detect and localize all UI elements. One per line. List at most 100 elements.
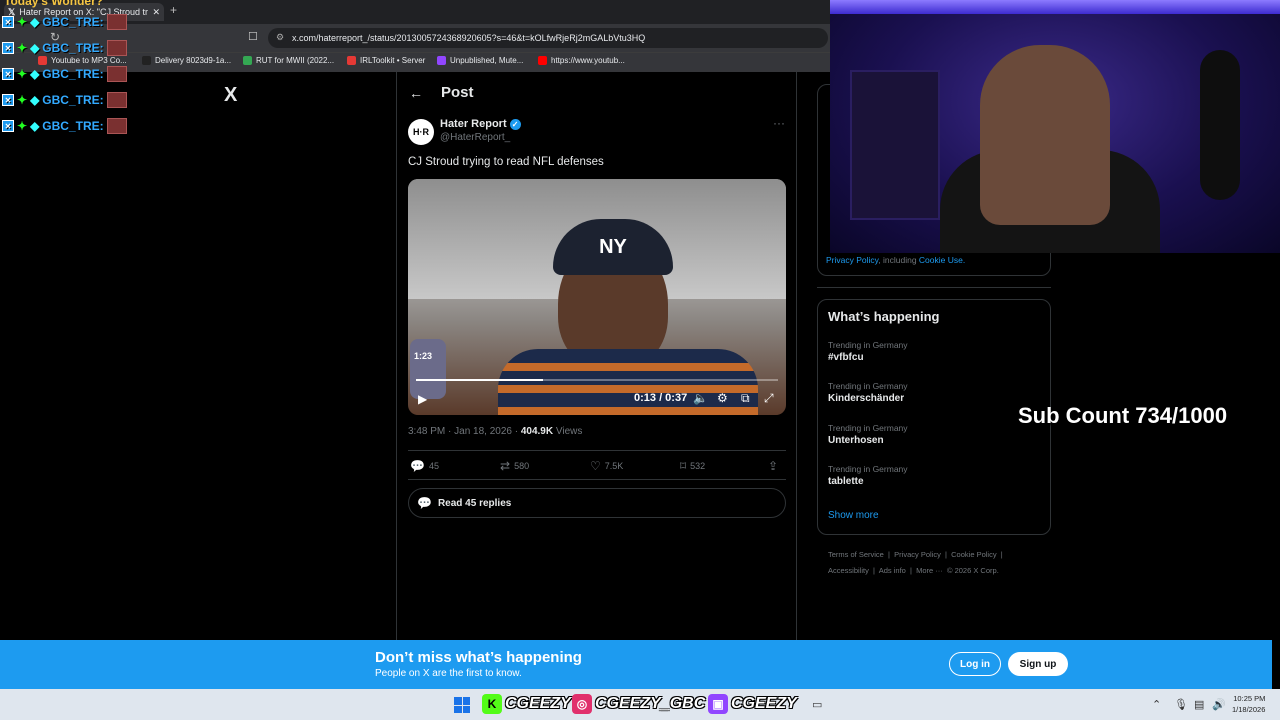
system-clock[interactable]: 10:25 PM 1/18/2026	[1232, 693, 1265, 715]
bookmark-item[interactable]: Youtube to MP3 Co...	[38, 56, 127, 65]
trend-name: Kinderschänder	[828, 393, 905, 404]
gem-icon: ◆	[30, 41, 40, 55]
bookmark-item[interactable]: https://www.youtub...	[538, 56, 625, 65]
bookmark-label: IRLToolkit • Server	[360, 56, 426, 65]
speaker-icon[interactable]: 🔊	[1212, 698, 1226, 711]
chat-username: GBC_TRE:	[42, 67, 104, 81]
more-options-icon[interactable]: ···	[773, 116, 785, 130]
bookmark-item[interactable]: Delivery 8023d9-1a...	[142, 56, 231, 65]
privacy-link[interactable]: Privacy Policy	[894, 550, 941, 559]
bookmark-item[interactable]: IRLToolkit • Server	[347, 56, 425, 65]
instagram-icon: ◎	[572, 694, 592, 714]
shelf	[850, 70, 940, 220]
chat-emote-icon	[106, 40, 127, 56]
login-button[interactable]: Log in	[949, 652, 1001, 676]
signup-button[interactable]: Sign up	[1008, 652, 1068, 676]
policy-text: Privacy Policy, including Cookie Use.	[826, 255, 965, 265]
bookmark-label: RUT for MWII (2022...	[256, 56, 335, 65]
close-tab-icon[interactable]: ✕	[152, 7, 160, 18]
copyright: © 2026 X Corp.	[946, 566, 999, 575]
show-more-link[interactable]: Show more	[828, 510, 879, 521]
cookie-use-link[interactable]: Cookie Use.	[919, 255, 965, 265]
microphone-icon[interactable]: 🎙	[1174, 698, 1188, 711]
settings-icon[interactable]: ⚙	[717, 391, 728, 405]
bookmark-item[interactable]: Unpublished, Mute...	[437, 56, 523, 65]
bookmark-star-icon[interactable]: ☐	[248, 30, 258, 43]
accessibility-link[interactable]: Accessibility	[828, 566, 869, 575]
video-progress-fill	[416, 379, 543, 381]
play-icon[interactable]: ▶	[418, 392, 427, 406]
chat-emote-icon	[106, 14, 127, 30]
network-icon[interactable]: ▤	[1194, 698, 1204, 711]
share-button[interactable]: ⇪	[768, 459, 778, 473]
video-player[interactable]: NY 1:23 ▶ 0:13 / 0:37 🔈 ⚙ ⧉ ⤢	[408, 179, 786, 415]
banner-title: Don’t miss what’s happening	[375, 649, 582, 666]
chat-badge-icon: ✕	[2, 68, 14, 80]
bookmark-item[interactable]: RUT for MWII (2022...	[243, 56, 334, 65]
avatar[interactable]: H·R	[408, 119, 434, 145]
reply-button[interactable]: 💬 45	[410, 459, 439, 473]
like-button[interactable]: ♡ 7.5K	[590, 459, 623, 473]
reply-icon: 💬	[410, 459, 425, 473]
x-logo-icon[interactable]: X	[224, 84, 237, 107]
gem-icon: ◆	[30, 93, 40, 107]
twitch-username: CGEEZY	[731, 695, 797, 712]
chat-username: GBC_TRE:	[42, 93, 104, 107]
video-time: 0:13 / 0:37	[634, 392, 688, 404]
repost-button[interactable]: ⇄ 580	[500, 459, 529, 473]
post-column: ← Post H·R Hater Report ✓ @HaterReport_ …	[396, 72, 797, 640]
banner-subtitle: People on X are the first to know.	[375, 668, 522, 679]
led-strip	[830, 0, 1280, 14]
chat-badge-icon: ✕	[2, 94, 14, 106]
microphone	[1200, 50, 1240, 200]
windows-start-icon[interactable]	[454, 697, 470, 713]
bookmark-label: https://www.youtub...	[551, 56, 625, 65]
back-arrow-icon[interactable]: ←	[409, 85, 423, 101]
trends-title: What’s happening	[828, 309, 940, 324]
video-progress-bar[interactable]	[416, 379, 778, 381]
trend-item[interactable]: Trending in Germany Kinderschänder	[828, 381, 908, 404]
bookmark-label: Unpublished, Mute...	[450, 56, 524, 65]
read-replies-button[interactable]: 💬 Read 45 replies	[408, 488, 786, 518]
url-field[interactable]: ⚙ x.com/haterreport_/status/201300572436…	[268, 28, 828, 48]
trend-name: Unterhosen	[828, 435, 884, 446]
terms-link[interactable]: Terms of Service	[828, 550, 884, 559]
author-name[interactable]: Hater Report ✓	[440, 118, 521, 130]
trend-item[interactable]: Trending in Germany Unterhosen	[828, 423, 908, 446]
post-header: ← Post	[409, 84, 474, 101]
post-timestamp[interactable]: 3:48 PM · Jan 18, 2026 ·	[408, 426, 521, 437]
chat-badge-icon: ✕	[2, 42, 14, 54]
tray-chevron-icon[interactable]: ⌃	[1152, 698, 1161, 711]
streamer	[980, 45, 1110, 225]
pip-icon[interactable]: ⧉	[741, 391, 750, 406]
ads-info-link[interactable]: Ads info	[879, 566, 906, 575]
new-tab-icon[interactable]: +	[170, 3, 184, 21]
bookmark-button[interactable]: ⌑ 532	[680, 459, 705, 473]
fullscreen-icon[interactable]: ⤢	[764, 391, 774, 406]
tweet-text: CJ Stroud trying to read NFL defenses	[408, 156, 604, 168]
volume-icon[interactable]: 🔈	[693, 391, 708, 405]
trend-context: Trending in Germany	[828, 340, 908, 350]
trend-context: Trending in Germany	[828, 381, 908, 391]
trend-name: #vfbfcu	[828, 352, 864, 363]
trend-item[interactable]: Trending in Germany #vfbfcu	[828, 340, 908, 363]
trend-context: Trending in Germany	[828, 464, 908, 474]
chat-badge-icon: ✕	[2, 16, 14, 28]
author-handle[interactable]: @HaterReport_	[440, 132, 510, 143]
bookmark-favicon-icon	[38, 56, 47, 65]
chat-emote-icon	[106, 118, 127, 134]
views-count: 404.9K	[520, 426, 554, 437]
more-link[interactable]: More ···	[916, 566, 943, 575]
privacy-policy-link[interactable]: Privacy Policy	[826, 255, 878, 265]
bookmark-favicon-icon	[347, 56, 356, 65]
trend-item[interactable]: Trending in Germany tablette	[828, 464, 908, 487]
gem-icon: ◆	[30, 67, 40, 81]
cookie-link[interactable]: Cookie Policy	[951, 550, 996, 559]
sub-count: Sub Count 734/1000	[1018, 403, 1228, 428]
site-info-icon[interactable]: ⚙	[276, 32, 284, 43]
terminal-icon[interactable]: ▭	[812, 698, 822, 711]
trend-name: tablette	[828, 476, 864, 487]
sparkle-icon: ✦	[17, 15, 28, 29]
action-bar: 💬 45 ⇄ 580 ♡ 7.5K ⌑ 532 ⇪	[408, 450, 786, 480]
instagram-username: CGEEZY_GBC	[595, 695, 706, 712]
